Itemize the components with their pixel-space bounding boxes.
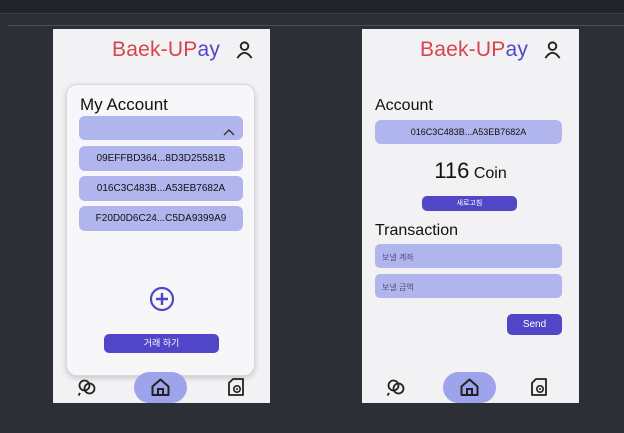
send-amount-placeholder: 보낼 금액	[382, 283, 414, 292]
account-item[interactable]: 016C3C483B...A53EB7682A	[79, 176, 243, 201]
chevron-up-icon	[223, 122, 235, 147]
balance-unit: Coin	[473, 165, 507, 182]
home-icon[interactable]	[150, 377, 171, 402]
logo-part-blue: ay	[197, 38, 221, 61]
app-logo: Baek-UPay	[420, 38, 528, 62]
my-account-card: My Account 09EFFBD364...8D3D25581B 016C3…	[66, 84, 255, 376]
bottom-nav	[362, 372, 579, 403]
app-logo: Baek-UPay	[112, 38, 220, 62]
bottom-nav	[53, 372, 270, 403]
settings-icon[interactable]	[227, 377, 246, 402]
divider	[8, 25, 624, 26]
account-item[interactable]: 09EFFBD364...8D3D25581B	[79, 146, 243, 171]
divider	[0, 13, 624, 14]
window-titlebar	[0, 0, 624, 13]
transaction-heading: Transaction	[375, 222, 458, 239]
plus-circle-icon[interactable]	[149, 286, 175, 317]
logo-part-red: Baek-	[112, 38, 168, 61]
send-account-placeholder: 보낼 계좌	[382, 253, 414, 262]
exchange-icon[interactable]	[386, 377, 406, 402]
balance-display: 116 Coin	[362, 158, 579, 184]
account-heading: Account	[375, 97, 433, 114]
send-button[interactable]: Send	[507, 314, 562, 335]
trade-button[interactable]: 거래 하기	[104, 334, 219, 353]
logo-part-red: Baek-	[420, 38, 476, 61]
logo-part-up: UP	[475, 38, 506, 61]
settings-icon[interactable]	[530, 377, 549, 402]
home-icon[interactable]	[459, 377, 480, 402]
exchange-icon[interactable]	[77, 377, 97, 402]
account-id-display: 016C3C483B...A53EB7682A	[375, 120, 562, 144]
send-account-input[interactable]: 보낼 계좌	[375, 244, 562, 268]
phone-screen-account-detail: Baek-UPay Account 016C3C483B...A53EB7682…	[362, 29, 579, 403]
phone-screen-my-account: Baek-UPay My Account 09EFFBD364...8D3D25…	[53, 29, 270, 403]
user-icon[interactable]	[543, 40, 562, 64]
user-icon[interactable]	[235, 40, 254, 64]
balance-value: 116	[434, 158, 470, 183]
logo-part-up: UP	[167, 38, 198, 61]
account-item[interactable]: F20D0D6C24...C5DA9399A9	[79, 206, 243, 231]
card-title: My Account	[80, 95, 168, 114]
refresh-button[interactable]: 새로고침	[422, 196, 517, 211]
send-amount-input[interactable]: 보낼 금액	[375, 274, 562, 298]
account-dropdown[interactable]	[79, 116, 243, 140]
logo-part-blue: ay	[505, 38, 529, 61]
